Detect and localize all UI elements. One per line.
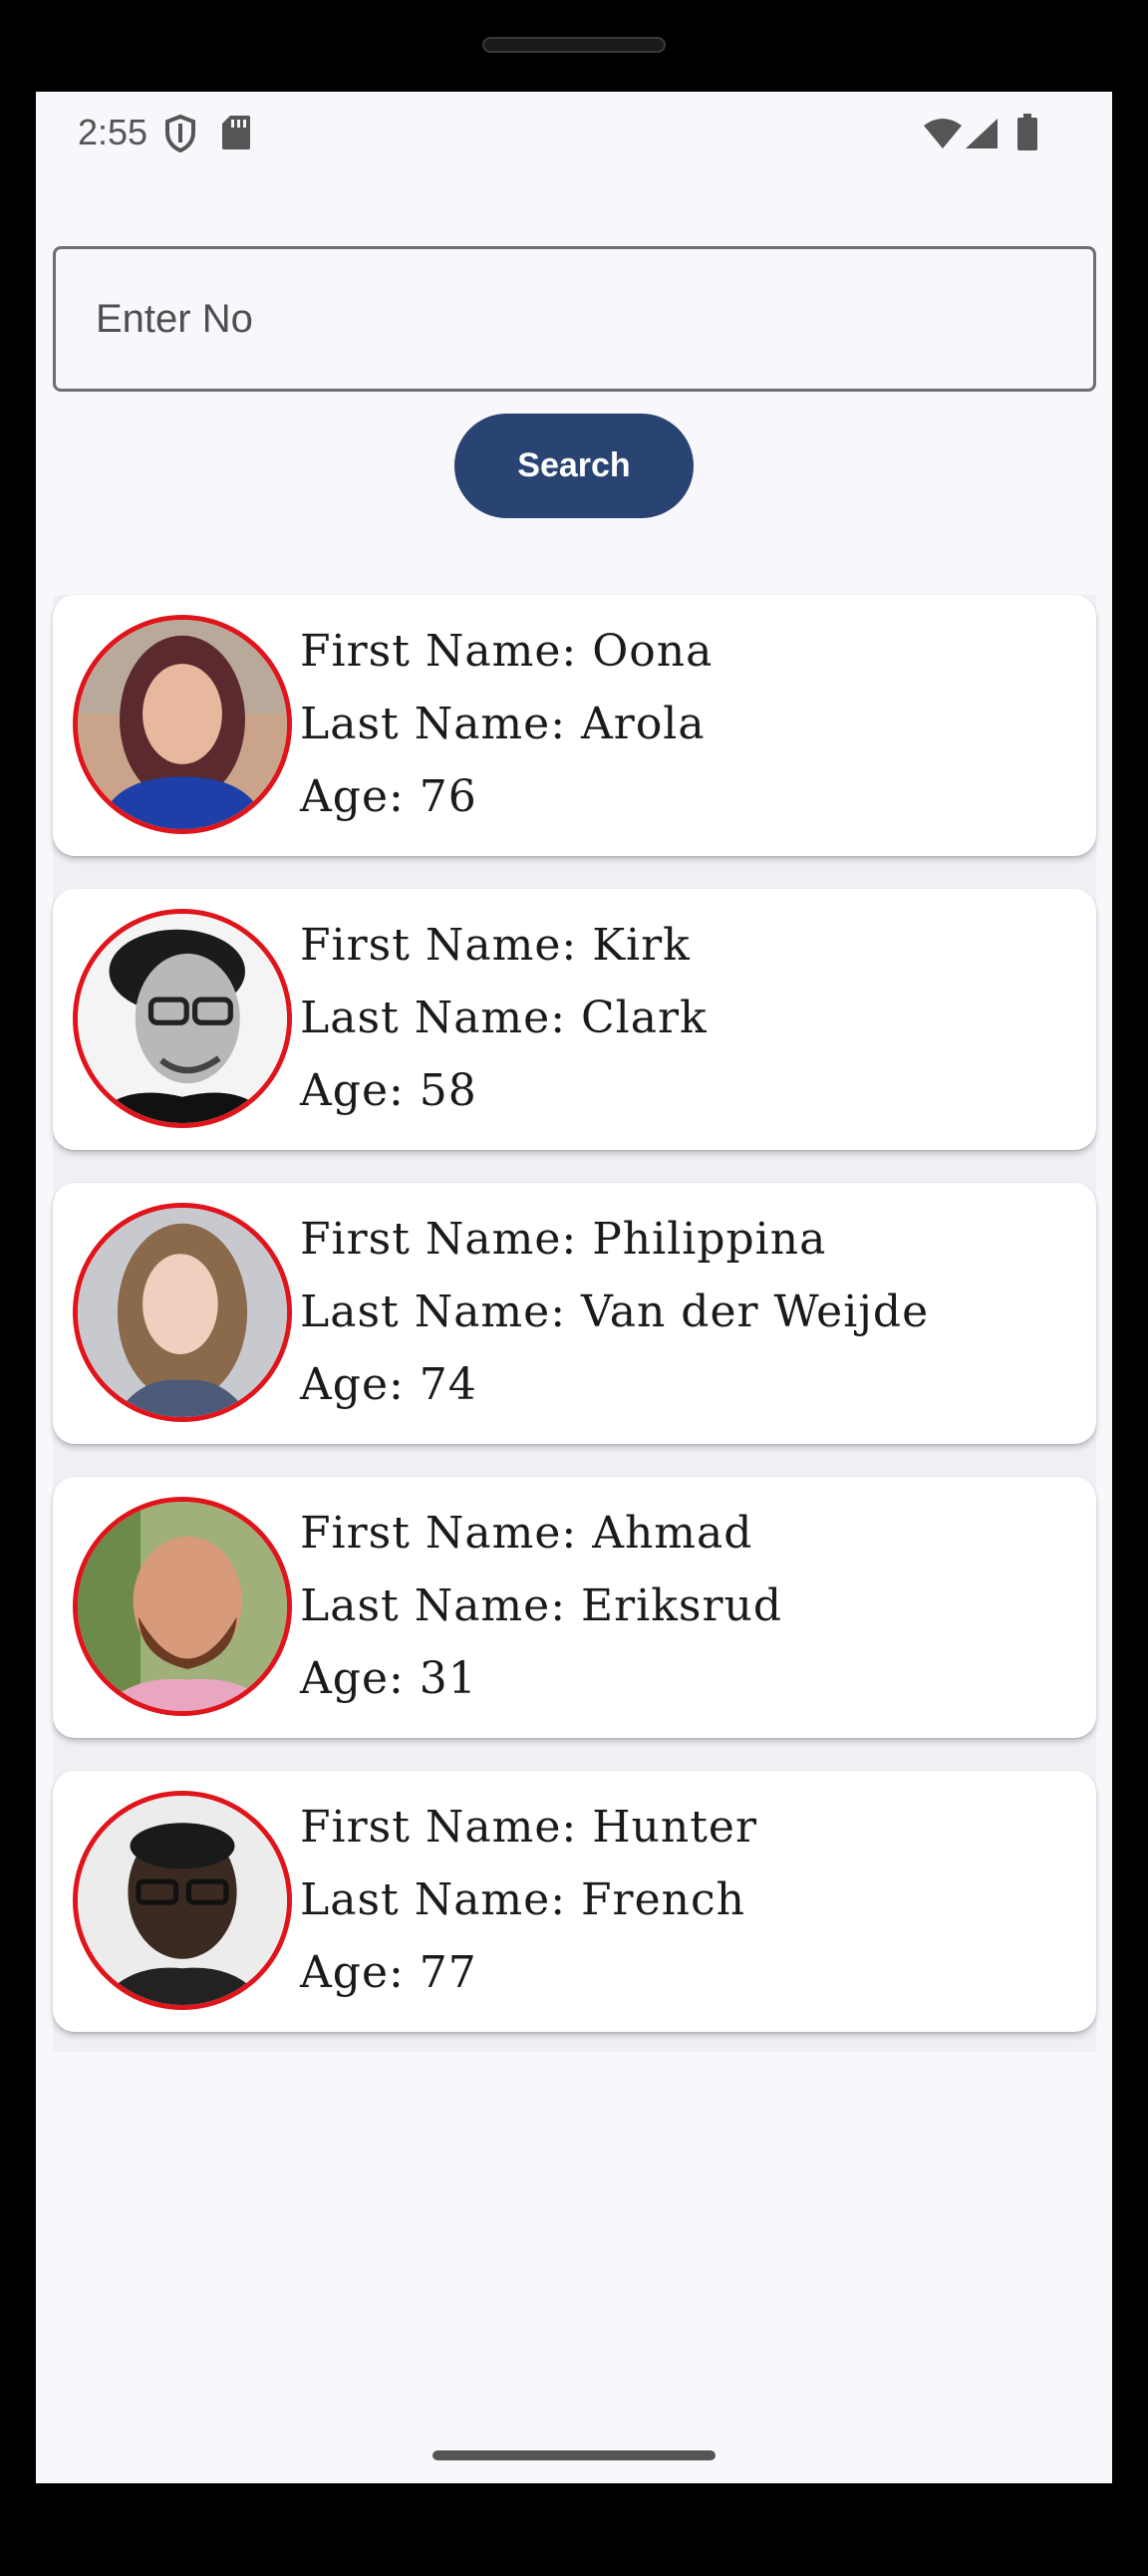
- person-details: First Name: Philippina Last Name: Van de…: [300, 1203, 929, 1421]
- speaker-grille: [482, 37, 666, 53]
- last-name-text: Last Name: Van der Weijde: [300, 1287, 930, 1337]
- first-name-text: First Name: Oona: [300, 626, 714, 677]
- person-details: First Name: Oona Last Name: Arola Age: 7…: [300, 615, 713, 833]
- age-text: Age: 58: [300, 1065, 477, 1116]
- battery-icon: [1016, 114, 1038, 155]
- person-photo: [78, 1796, 287, 2005]
- first-name-text: First Name: Kirk: [300, 920, 691, 971]
- app-screen: 2:55 Enter No Search First Name: Oona La…: [36, 92, 1112, 2483]
- search-input[interactable]: [96, 296, 1053, 342]
- wifi-icon: [923, 118, 963, 153]
- age-text: Age: 74: [300, 1359, 477, 1410]
- person-card[interactable]: First Name: Oona Last Name: Arola Age: 7…: [53, 595, 1096, 856]
- first-name-text: First Name: Ahmad: [300, 1508, 753, 1559]
- first-name-text: First Name: Philippina: [300, 1214, 827, 1265]
- last-name-text: Last Name: Clark: [300, 993, 708, 1043]
- age-text: Age: 77: [300, 1947, 477, 1998]
- person-photo: [78, 620, 287, 829]
- person-card[interactable]: First Name: Ahmad Last Name: Eriksrud Ag…: [53, 1477, 1096, 1738]
- avatar: [73, 1203, 292, 1422]
- person-photo: [78, 914, 287, 1123]
- avatar: [73, 1497, 292, 1716]
- status-time: 2:55: [78, 112, 148, 152]
- first-name-text: First Name: Hunter: [300, 1802, 757, 1853]
- age-text: Age: 31: [300, 1653, 477, 1704]
- signal-icon: [965, 118, 999, 153]
- person-card[interactable]: First Name: Kirk Last Name: Clark Age: 5…: [53, 889, 1096, 1150]
- avatar: [73, 1791, 292, 2010]
- person-photo: [78, 1502, 287, 1711]
- search-button[interactable]: Search: [454, 414, 694, 518]
- people-list[interactable]: First Name: Oona Last Name: Arola Age: 7…: [53, 595, 1096, 2052]
- avatar: [73, 615, 292, 834]
- person-details: First Name: Ahmad Last Name: Eriksrud Ag…: [300, 1497, 782, 1715]
- last-name-text: Last Name: Eriksrud: [300, 1580, 783, 1631]
- device-frame: 2:55 Enter No Search First Name: Oona La…: [0, 0, 1148, 2576]
- number-search-field[interactable]: [53, 246, 1096, 392]
- avatar: [73, 909, 292, 1128]
- last-name-text: Last Name: Arola: [300, 699, 706, 749]
- home-indicator[interactable]: [432, 2450, 716, 2460]
- person-card[interactable]: First Name: Hunter Last Name: French Age…: [53, 1771, 1096, 2032]
- person-details: First Name: Kirk Last Name: Clark Age: 5…: [300, 909, 708, 1127]
- age-text: Age: 76: [300, 771, 477, 822]
- person-card[interactable]: First Name: Philippina Last Name: Van de…: [53, 1183, 1096, 1444]
- shield-icon: [163, 114, 197, 157]
- last-name-text: Last Name: French: [300, 1874, 745, 1925]
- sd-card-icon: [221, 114, 251, 155]
- person-photo: [78, 1208, 287, 1417]
- person-details: First Name: Hunter Last Name: French Age…: [300, 1791, 757, 2009]
- status-bar: 2:55: [36, 92, 1112, 173]
